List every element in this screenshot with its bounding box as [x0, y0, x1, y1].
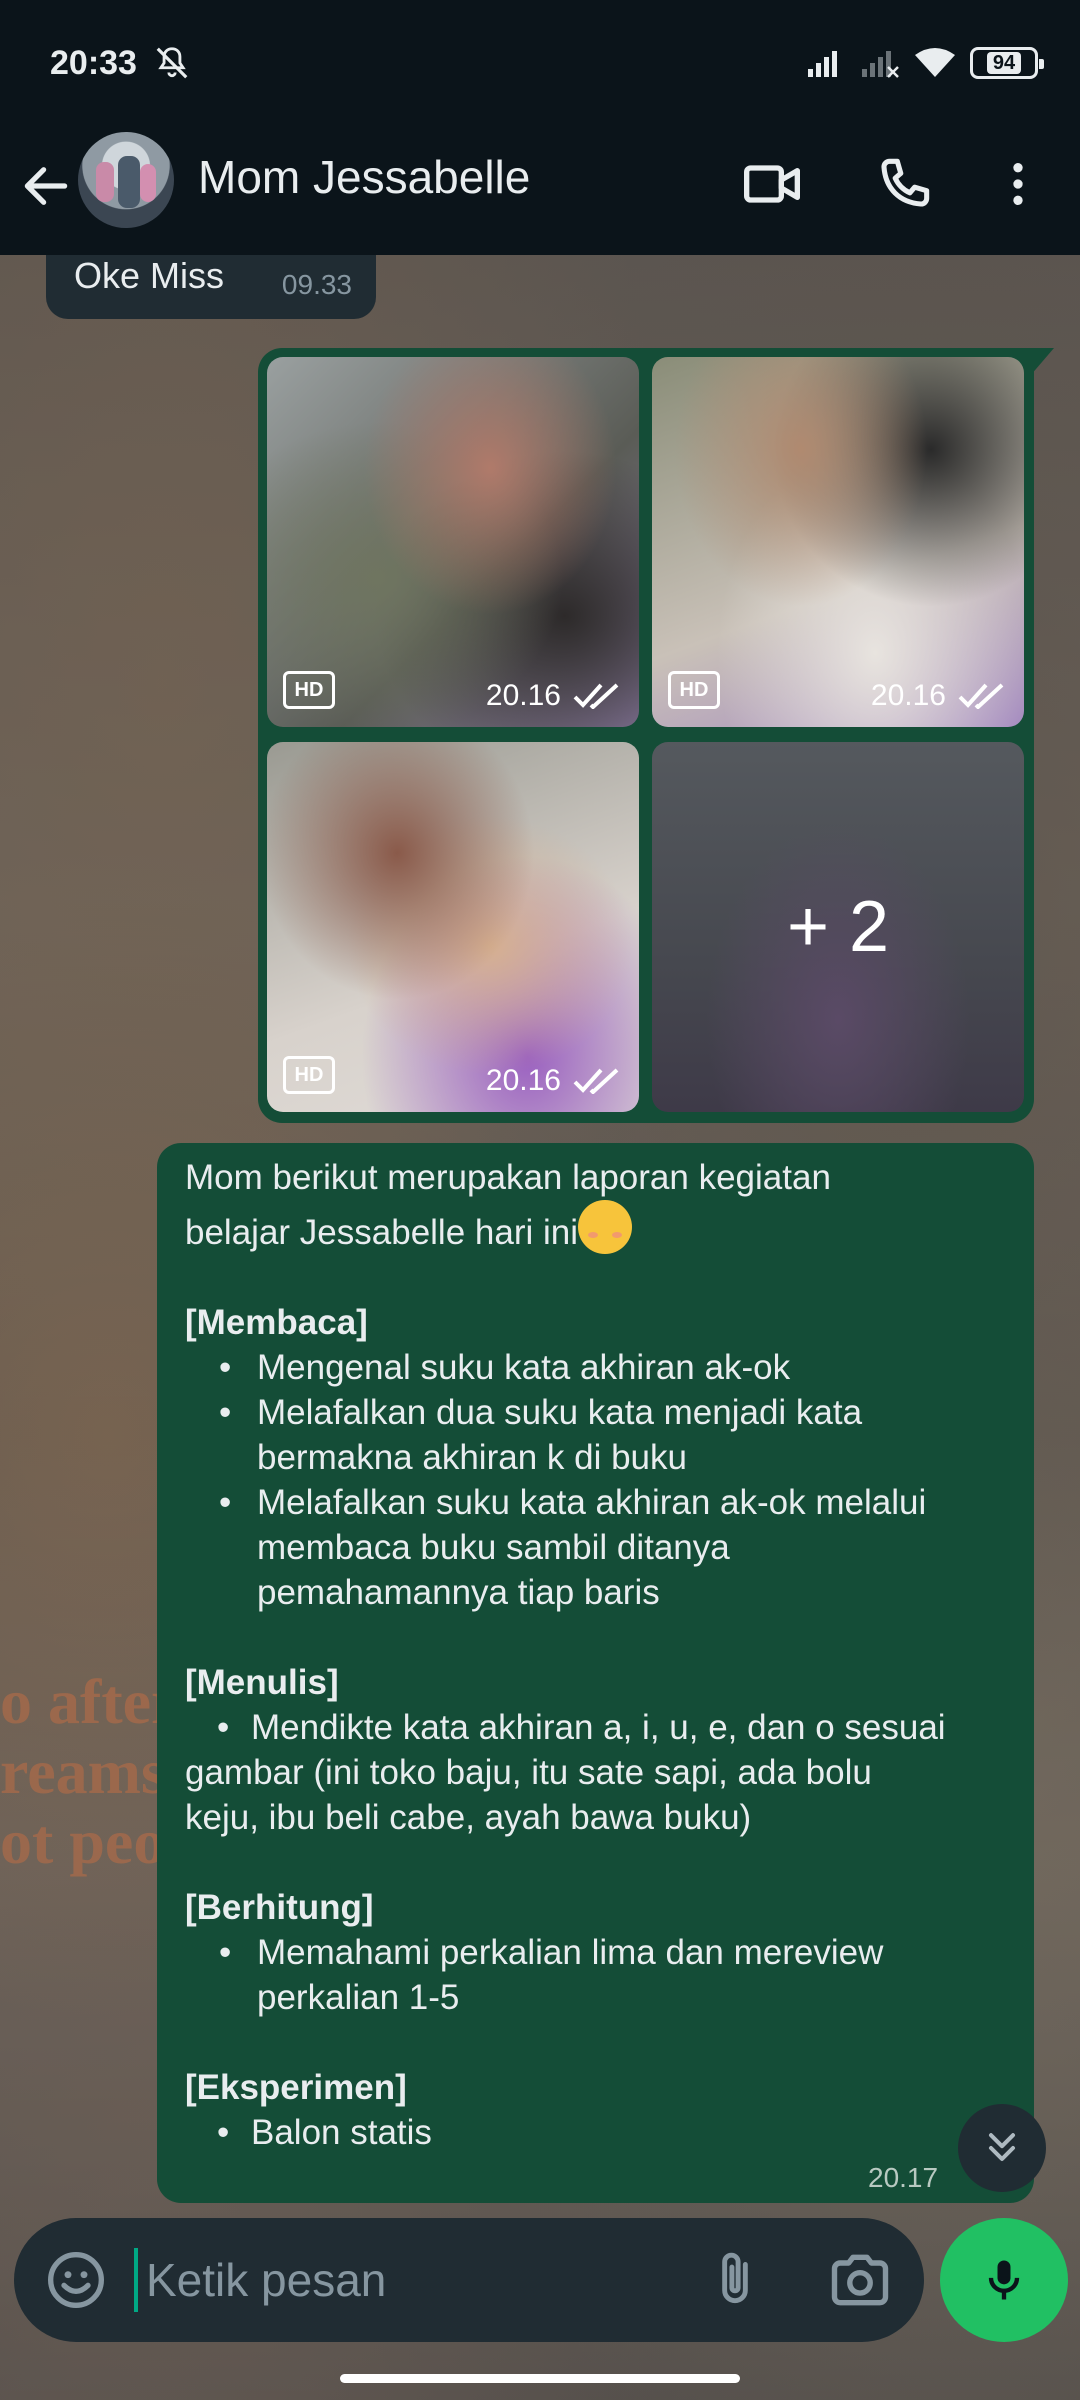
- list-item: • Mendikte kata akhiran a, i, u, e, dan o…: [217, 1708, 946, 1747]
- list-item: • Melafalkan suku kata akhiran ak-ok mela…: [219, 1483, 927, 1522]
- double-check-icon: [958, 683, 1004, 709]
- list-item: • Mengenal suku kata akhiran ak-ok: [219, 1348, 791, 1387]
- message-composer: [14, 2218, 924, 2342]
- album-photo[interactable]: HD 20.16: [267, 357, 639, 727]
- more-vert-icon[interactable]: [990, 152, 1046, 216]
- list-item: • Melafalkan dua suku kata menjadi kata: [219, 1393, 863, 1432]
- double-chevron-down-icon: [988, 2133, 1016, 2162]
- message-body: Mom berikut merupakan laporan kegiatan b…: [185, 1155, 1005, 2155]
- message-line: Mom berikut merupakan laporan kegiatan: [185, 1158, 831, 1197]
- list-item: • Memahami perkalian lima dan mereview: [219, 1933, 884, 1972]
- emoji-icon[interactable]: [44, 2248, 108, 2312]
- message-input[interactable]: [146, 2242, 676, 2318]
- section-heading: [Membaca]: [185, 1303, 368, 1342]
- mute-icon: [156, 47, 188, 79]
- hd-badge: HD: [283, 671, 335, 709]
- outgoing-message[interactable]: Mom berikut merupakan laporan kegiatan b…: [157, 1143, 1034, 2203]
- photo-time: 20.16: [485, 1064, 561, 1097]
- mic-icon: [988, 2260, 1020, 2300]
- incoming-message[interactable]: Oke Miss 09.33: [46, 255, 376, 319]
- video-call-icon[interactable]: [740, 152, 804, 216]
- message-line: belajar Jessabelle hari ini: [185, 1200, 1005, 1255]
- wifi-icon: [915, 48, 955, 77]
- list-item-continued: membaca buku sambil ditanya: [257, 1528, 730, 1567]
- list-item-continued: keju, ibu beli cabe, ayah bawa buku): [185, 1798, 752, 1837]
- album-photo[interactable]: HD 20.16: [652, 357, 1024, 727]
- status-time: 20:33: [50, 44, 137, 82]
- status-bar: 20:33 94: [0, 0, 1080, 130]
- more-count: + 2: [786, 887, 890, 967]
- back-arrow-icon[interactable]: [18, 158, 74, 214]
- home-indicator[interactable]: [340, 2374, 740, 2383]
- status-icons: 94: [806, 44, 1044, 82]
- section-heading: [Eksperimen]: [185, 2068, 407, 2107]
- voice-message-button[interactable]: [940, 2218, 1068, 2342]
- list-item-continued: perkalian 1-5: [257, 1978, 460, 2017]
- smiling-face-emoji-icon: [578, 1200, 632, 1254]
- album-photo[interactable]: HD 20.16: [267, 742, 639, 1112]
- text-caret: [134, 2248, 138, 2312]
- section-heading: [Menulis]: [185, 1663, 339, 1702]
- contact-name[interactable]: Mom Jessabelle: [198, 150, 530, 204]
- double-check-icon: [573, 1068, 619, 1094]
- wallpaper-text-2: reams: [0, 1736, 166, 1807]
- signal-icon: [808, 51, 837, 77]
- bubble-tail: [1030, 348, 1054, 376]
- photo-time: 20.16: [870, 679, 946, 712]
- media-album[interactable]: HD 20.16 HD 20.16 HD 20.16 + 2: [258, 348, 1034, 1123]
- list-item-continued: pemahamannya tiap baris: [257, 1573, 660, 1612]
- signal-off-icon: [862, 51, 899, 78]
- album-more-photos[interactable]: + 2: [652, 742, 1024, 1112]
- hd-badge: HD: [283, 1056, 335, 1094]
- battery-icon: 94: [970, 47, 1044, 79]
- avatar[interactable]: [78, 132, 174, 228]
- phone-icon[interactable]: [872, 152, 936, 216]
- list-item-continued: gambar (ini toko baju, itu sate sapi, ad…: [185, 1753, 872, 1792]
- list-item-continued: bermakna akhiran k di buku: [257, 1438, 687, 1477]
- message-time: 09.33: [281, 269, 352, 300]
- list-item: • Balon statis: [217, 2113, 432, 2152]
- message-time: 20.17: [868, 2162, 939, 2193]
- chat-header: Mom Jessabelle: [0, 130, 1080, 255]
- hd-badge: HD: [668, 671, 720, 709]
- photo-time: 20.16: [485, 679, 561, 712]
- scroll-to-bottom-button[interactable]: [958, 2104, 1046, 2192]
- wallpaper-text-1: o after: [0, 1666, 180, 1737]
- camera-icon[interactable]: [826, 2246, 894, 2314]
- section-heading: [Berhitung]: [185, 1888, 374, 1927]
- message-text: Oke Miss: [74, 255, 225, 296]
- attach-icon[interactable]: [704, 2246, 766, 2314]
- battery-level: 94: [986, 52, 1022, 74]
- double-check-icon: [573, 683, 619, 709]
